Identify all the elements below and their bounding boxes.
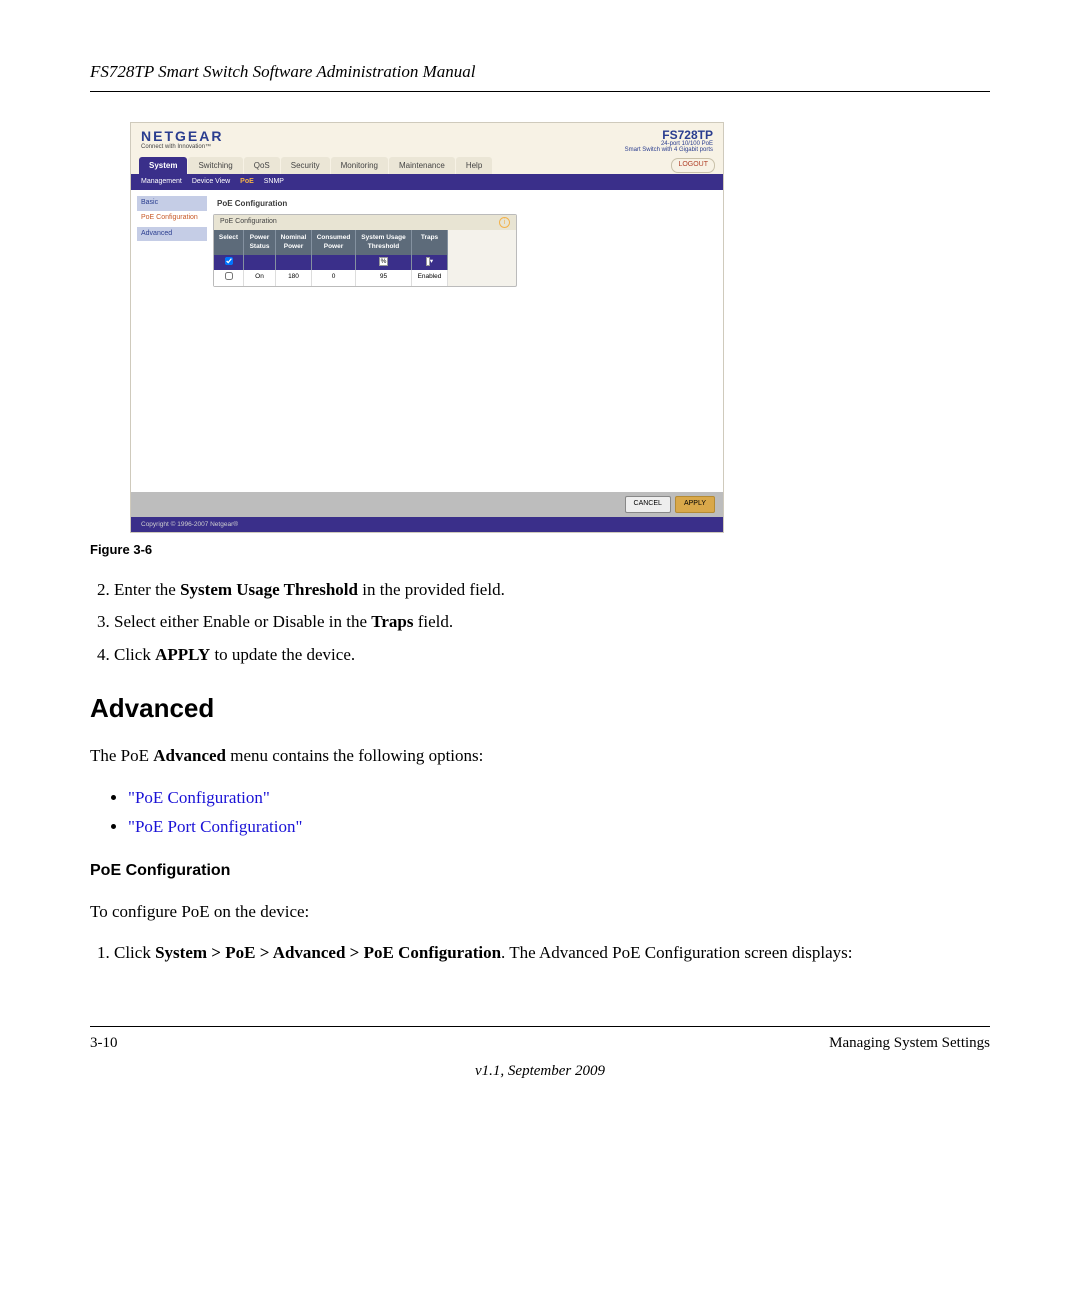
advanced-intro: The PoE Advanced menu contains the follo… <box>90 744 990 769</box>
tab-maintenance[interactable]: Maintenance <box>389 157 455 175</box>
col-power-status: Power Status <box>244 230 276 255</box>
subtab-device-view[interactable]: Device View <box>192 178 230 185</box>
tab-qos[interactable]: QoS <box>244 157 280 175</box>
version-footer: v1.1, September 2009 <box>90 1061 990 1083</box>
heading-advanced: Advanced <box>90 690 990 728</box>
running-header: FS728TP Smart Switch Software Administra… <box>90 60 990 92</box>
netgear-tagline: Connect with Innovation™ <box>141 143 223 152</box>
sidebar-advanced[interactable]: Advanced <box>137 227 207 241</box>
subtab-poe[interactable]: PoE <box>240 178 254 185</box>
row-power-status: On <box>244 270 276 285</box>
info-icon[interactable]: i <box>499 217 510 228</box>
traps-select[interactable] <box>426 257 430 266</box>
link-poe-port-configuration[interactable]: "PoE Port Configuration" <box>128 817 302 836</box>
logout-button[interactable]: LOGOUT <box>671 158 715 172</box>
apply-button[interactable]: APPLY <box>675 496 715 512</box>
step-1: Click System > PoE > Advanced > PoE Conf… <box>114 941 990 966</box>
threshold-input[interactable]: % <box>379 257 389 266</box>
poe-config-screenshot: NETGEAR Connect with Innovation™ FS728TP… <box>130 122 724 533</box>
subtab-snmp[interactable]: SNMP <box>264 178 284 185</box>
poe-config-intro: To configure PoE on the device: <box>90 900 990 925</box>
sidebar-poe-config[interactable]: PoE Configuration <box>137 211 207 225</box>
page-number: 3-10 <box>90 1033 118 1055</box>
row-consumed-power: 0 <box>312 270 356 285</box>
link-poe-configuration[interactable]: "PoE Configuration" <box>128 788 270 807</box>
section-title-footer: Managing System Settings <box>829 1033 990 1055</box>
panel-head-label: PoE Configuration <box>220 217 277 227</box>
cancel-button[interactable]: CANCEL <box>625 496 671 512</box>
tab-switching[interactable]: Switching <box>188 157 242 175</box>
col-nominal-power: Nominal Power <box>276 230 312 255</box>
col-traps: Traps <box>412 230 448 255</box>
netgear-logo: NETGEAR <box>141 129 223 143</box>
col-select: Select <box>214 230 244 255</box>
panel-title: PoE Configuration <box>213 196 717 214</box>
step-2: Enter the System Usage Threshold in the … <box>114 578 990 603</box>
col-consumed-power: Consumed Power <box>312 230 356 255</box>
copyright-footer: Copyright © 1996-2007 Netgear® <box>131 517 723 532</box>
step-3: Select either Enable or Disable in the T… <box>114 610 990 635</box>
step-4: Click APPLY to update the device. <box>114 643 990 668</box>
subtab-management[interactable]: Management <box>141 178 182 185</box>
tab-monitoring[interactable]: Monitoring <box>331 157 388 175</box>
tab-system[interactable]: System <box>139 157 187 175</box>
row-traps: Enabled <box>412 270 448 285</box>
tab-help[interactable]: Help <box>456 157 492 175</box>
row-select-checkbox[interactable] <box>214 270 244 285</box>
select-all-checkbox[interactable] <box>214 255 244 270</box>
sidebar-basic[interactable]: Basic <box>137 196 207 210</box>
model-label: FS728TP 24-port 10/100 PoE Smart Switch … <box>625 129 713 153</box>
heading-poe-configuration: PoE Configuration <box>90 859 990 882</box>
row-threshold: 95 <box>356 270 412 285</box>
figure-caption: Figure 3-6 <box>90 541 990 560</box>
col-system-usage-threshold: System Usage Threshold <box>356 230 412 255</box>
row-nominal-power: 180 <box>276 270 312 285</box>
subtab-bar: Management Device View PoE SNMP <box>131 174 723 190</box>
tab-security[interactable]: Security <box>281 157 330 175</box>
